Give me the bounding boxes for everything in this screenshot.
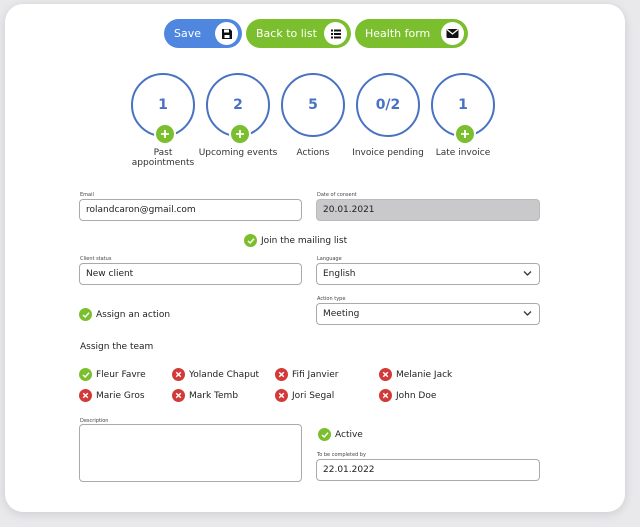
stat-late-invoice[interactable]: 1	[431, 73, 495, 145]
team-member-toggle[interactable]: Melanie Jack	[379, 368, 452, 381]
team-member-name: Mark Temb	[189, 390, 239, 401]
stat-past-appointments[interactable]: 1	[131, 73, 195, 145]
chevron-down-icon	[523, 270, 532, 280]
save-button[interactable]: Save	[164, 19, 242, 48]
stat-value: 1	[158, 97, 168, 113]
team-member-name: Melanie Jack	[396, 369, 453, 380]
stat-value: 2	[233, 97, 243, 113]
active-label: Active	[335, 429, 363, 440]
stat-label: Invoice pending	[352, 148, 424, 158]
team-member-toggle[interactable]: Marie Gros	[79, 389, 145, 402]
stat-actions[interactable]: 5	[281, 73, 345, 137]
active-checkbox[interactable]: Active	[318, 428, 363, 441]
stat-label: Actions	[296, 148, 330, 158]
chevron-down-icon	[523, 310, 532, 320]
mailing-label: Join the mailing list	[261, 235, 348, 246]
stat-value: 1	[458, 97, 468, 113]
language-value: English	[323, 269, 356, 279]
save-button-label: Save	[174, 27, 202, 40]
plus-icon[interactable]	[154, 123, 176, 145]
cross-icon	[172, 389, 185, 402]
plus-icon[interactable]	[454, 123, 476, 145]
team-member-name: Marie Gros	[96, 390, 145, 401]
plus-icon[interactable]	[229, 123, 251, 145]
email-label: Email	[80, 192, 94, 198]
consent-label: Date of consent	[317, 192, 357, 198]
team-member-name: Fleur Favre	[96, 369, 146, 380]
consent-value: 20.01.2021	[323, 205, 375, 215]
team-member-name: Fifi Janvier	[292, 369, 339, 380]
cross-icon	[275, 389, 288, 402]
floppy-icon	[215, 22, 238, 45]
team-member-name: Yolande Chaput	[189, 369, 260, 380]
complete-value: 22.01.2022	[323, 465, 375, 475]
check-icon	[244, 234, 257, 247]
stat-invoice-pending[interactable]: 0/2	[356, 73, 420, 137]
status-label: Client status	[80, 256, 112, 262]
consent-date-field: 20.01.2021	[316, 199, 540, 221]
cross-icon	[379, 368, 392, 381]
stat-upcoming-events[interactable]: 2	[206, 73, 270, 145]
health-button-label: Health form	[365, 27, 431, 40]
cross-icon	[172, 368, 185, 381]
team-member-toggle[interactable]: John Doe	[379, 389, 436, 402]
check-icon	[79, 308, 92, 321]
stat-value: 0/2	[375, 97, 401, 113]
team-member-name: Jori Segal	[292, 390, 335, 401]
cross-icon	[275, 368, 288, 381]
assign-action-label: Assign an action	[96, 309, 171, 320]
cross-icon	[79, 389, 92, 402]
health-form-button[interactable]: Health form	[355, 19, 468, 48]
team-member-toggle[interactable]: Fifi Janvier	[275, 368, 339, 381]
mailing-list-checkbox[interactable]: Join the mailing list	[244, 234, 347, 247]
back-to-list-button[interactable]: Back to list	[246, 19, 351, 48]
check-icon	[318, 428, 331, 441]
assign-action-checkbox[interactable]: Assign an action	[79, 308, 170, 321]
stat-label: Late invoice	[435, 148, 491, 158]
action-type-select[interactable]: Meeting	[316, 303, 540, 325]
language-label: Language	[317, 256, 342, 262]
language-select[interactable]: English	[316, 263, 540, 285]
action-type-value: Meeting	[323, 309, 360, 319]
team-member-toggle[interactable]: Jori Segal	[275, 389, 334, 402]
stat-label: Past appointments	[131, 148, 195, 168]
check-icon	[79, 368, 92, 381]
completion-date-field[interactable]: 22.01.2022	[316, 459, 540, 481]
stat-value: 5	[308, 97, 318, 113]
list-icon	[324, 22, 347, 45]
team-member-name: John Doe	[396, 390, 437, 401]
client-status-field[interactable]: New client	[79, 263, 302, 285]
envelope-icon	[441, 22, 464, 45]
complete-label: To be completed by	[317, 452, 366, 458]
team-member-toggle[interactable]: Mark Temb	[172, 389, 238, 402]
status-value: New client	[86, 269, 134, 279]
cross-icon	[379, 389, 392, 402]
email-value: rolandcaron@gmail.com	[86, 205, 196, 215]
stat-label: Upcoming events	[198, 148, 278, 158]
action-type-label: Action type	[317, 296, 346, 302]
email-field[interactable]: rolandcaron@gmail.com	[79, 199, 302, 221]
back-button-label: Back to list	[256, 27, 317, 40]
description-textarea[interactable]	[79, 424, 302, 482]
team-member-toggle[interactable]: Yolande Chaput	[172, 368, 259, 381]
team-member-toggle[interactable]: Fleur Favre	[79, 368, 146, 381]
team-title: Assign the team	[80, 342, 154, 352]
